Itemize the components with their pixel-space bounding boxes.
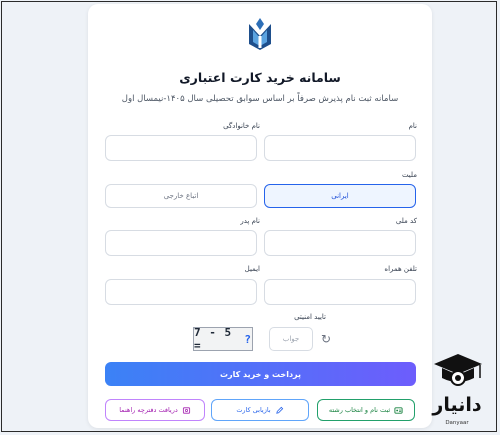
watermark-logo — [434, 354, 482, 386]
register-label: ثبت نام و انتخاب رشته — [328, 406, 391, 414]
first-name-label: نام — [408, 122, 417, 130]
captcha-image: 7 - 5 = ? — [193, 326, 253, 352]
national-code-field[interactable] — [264, 230, 416, 256]
captcha-answer-input[interactable]: جواب — [269, 327, 313, 351]
father-name-label: نام پدر — [240, 217, 260, 225]
university-logo — [249, 18, 271, 50]
get-guide-booklet-button[interactable]: دریافت دفترچه راهنما — [105, 399, 205, 421]
id-card-icon — [394, 406, 403, 414]
refresh-icon[interactable]: ↻ — [319, 332, 333, 346]
card-recovery-button[interactable]: بازیابی کارت — [211, 399, 309, 421]
captcha-expression: 7 - 5 = — [194, 326, 233, 352]
last-name-field[interactable] — [105, 135, 257, 161]
pencil-icon — [275, 406, 283, 414]
nationality-option-foreign[interactable]: اتباع خارجی — [105, 184, 257, 208]
recovery-label: بازیابی کارت — [236, 406, 271, 414]
page-subtitle: سامانه ثبت نام پذیرش صرفاً بر اساس سوابق… — [121, 94, 399, 104]
nationality-option-iranian[interactable]: ایرانی — [264, 184, 416, 208]
registration-card: سامانه خرید کارت اعتباری سامانه ثبت نام … — [88, 4, 432, 428]
booklet-label: دریافت دفترچه راهنما — [119, 406, 178, 414]
captcha-label: تایید امنیتی — [294, 313, 326, 321]
last-name-label: نام خانوادگی — [223, 122, 260, 130]
email-label: ایمیل — [244, 265, 260, 273]
register-and-select-major-button[interactable]: ثبت نام و انتخاب رشته — [317, 399, 415, 421]
mobile-field[interactable] — [264, 279, 416, 305]
captcha-question-mark: ? — [244, 332, 252, 346]
nationality-label: ملیت — [401, 171, 417, 179]
book-icon — [182, 406, 190, 414]
page-title: سامانه خرید کارت اعتباری — [179, 70, 341, 85]
watermark-latin: Danyaar — [445, 420, 469, 426]
first-name-field[interactable] — [264, 135, 416, 161]
father-name-field[interactable] — [105, 230, 257, 256]
watermark-name: دانیار — [432, 394, 482, 416]
email-field[interactable] — [105, 279, 257, 305]
mobile-label: تلفن همراه — [384, 265, 417, 273]
pay-and-buy-button[interactable]: پرداخت و خرید کارت — [105, 362, 416, 386]
national-code-label: کد ملی — [395, 217, 417, 225]
